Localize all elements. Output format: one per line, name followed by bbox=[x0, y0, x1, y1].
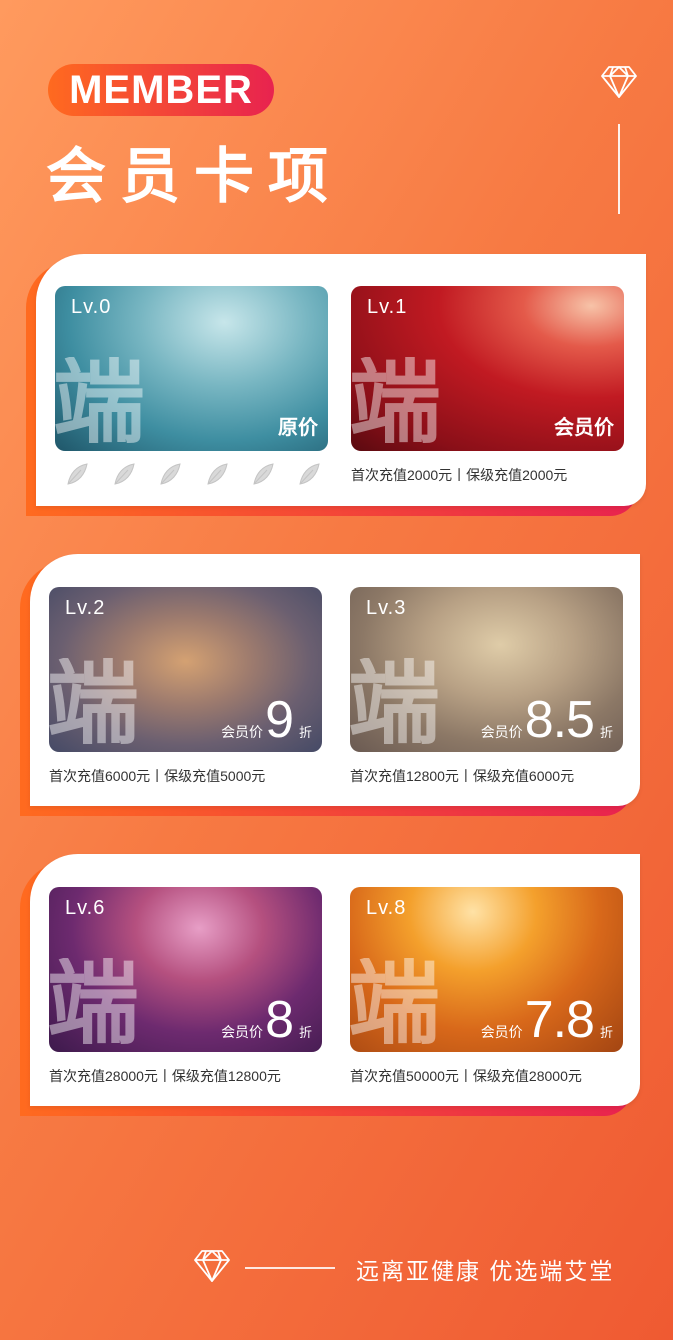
member-panel-2: Lv.2 端 会员价 9 折 首次充值6000元丨保级充值5000元 Lv.3 … bbox=[30, 554, 640, 806]
leaf-icon bbox=[67, 463, 88, 485]
card-watermark: 端 bbox=[350, 658, 441, 750]
card-level: Lv.3 bbox=[366, 597, 407, 619]
member-card-lv2[interactable]: Lv.2 端 会员价 9 折 bbox=[49, 587, 322, 752]
card-condition: 首次充值2000元丨保级充值2000元 bbox=[351, 467, 568, 483]
card-level: Lv.2 bbox=[65, 597, 106, 619]
card-level: Lv.1 bbox=[367, 296, 408, 318]
card-price-label: 会员价 bbox=[554, 417, 614, 439]
card-discount: 会员价 7.8 折 bbox=[481, 992, 613, 1048]
card-condition: 首次充值28000元丨保级充值12800元 bbox=[49, 1068, 281, 1084]
footer-slogan: 远离亚健康 优选端艾堂 bbox=[356, 1258, 615, 1284]
discount-value: 9 bbox=[265, 691, 294, 749]
member-card-lv1[interactable]: Lv.1 端 会员价 bbox=[351, 286, 624, 451]
card-watermark: 端 bbox=[49, 658, 140, 750]
discount-value: 8 bbox=[265, 991, 294, 1049]
card-condition: 首次充值12800元丨保级充值6000元 bbox=[350, 768, 575, 784]
card-watermark: 端 bbox=[55, 357, 146, 449]
member-card-lv3[interactable]: Lv.3 端 会员价 8.5 折 bbox=[350, 587, 623, 752]
leaf-icon bbox=[114, 463, 135, 485]
card-level: Lv.6 bbox=[65, 897, 106, 919]
card-level: Lv.8 bbox=[366, 897, 407, 919]
leaf-icon bbox=[160, 463, 181, 485]
discount-unit: 折 bbox=[599, 725, 613, 740]
card-discount: 会员价 8 折 bbox=[221, 992, 312, 1048]
member-badge: MEMBER bbox=[48, 64, 274, 116]
card-watermark: 端 bbox=[350, 958, 441, 1050]
member-panel-3: Lv.6 端 会员价 8 折 首次充值28000元丨保级充值12800元 Lv.… bbox=[30, 854, 640, 1106]
discount-unit: 折 bbox=[298, 1025, 312, 1040]
diamond-icon bbox=[194, 1250, 230, 1282]
leaf-icon bbox=[253, 463, 274, 485]
card-condition: 首次充值50000元丨保级充值28000元 bbox=[350, 1068, 582, 1084]
diamond-icon bbox=[601, 66, 637, 98]
leaf-icon bbox=[299, 463, 320, 485]
card-price-label: 原价 bbox=[278, 417, 318, 439]
card-price-label: 会员价 bbox=[221, 724, 264, 740]
member-card-lv8[interactable]: Lv.8 端 会员价 7.8 折 bbox=[350, 887, 623, 1052]
page-title: 会员卡项 bbox=[46, 143, 342, 210]
card-condition: 首次充值6000元丨保级充值5000元 bbox=[49, 768, 266, 784]
card-watermark: 端 bbox=[49, 958, 140, 1050]
card-price-label: 会员价 bbox=[221, 1024, 264, 1040]
member-card-lv6[interactable]: Lv.6 端 会员价 8 折 bbox=[49, 887, 322, 1052]
member-card-lv0[interactable]: Lv.0 端 原价 bbox=[55, 286, 328, 451]
card-discount: 会员价 9 折 bbox=[221, 692, 312, 748]
card-watermark: 端 bbox=[351, 357, 442, 449]
card-level: Lv.0 bbox=[71, 296, 112, 318]
card-discount: 会员价 8.5 折 bbox=[481, 692, 613, 748]
footer-divider bbox=[245, 1267, 335, 1269]
header-divider bbox=[618, 124, 620, 214]
discount-unit: 折 bbox=[599, 1025, 613, 1040]
card-price-label: 会员价 bbox=[480, 1024, 523, 1040]
discount-value: 8.5 bbox=[524, 691, 595, 749]
leaf-icon bbox=[207, 463, 228, 485]
discount-value: 7.8 bbox=[524, 991, 595, 1049]
member-panel-1: Lv.0 端 原价 Lv.1 端 会员价 首次充值2000元丨保级充值2000元 bbox=[36, 254, 646, 506]
discount-unit: 折 bbox=[298, 725, 312, 740]
card-price-label: 会员价 bbox=[480, 724, 523, 740]
